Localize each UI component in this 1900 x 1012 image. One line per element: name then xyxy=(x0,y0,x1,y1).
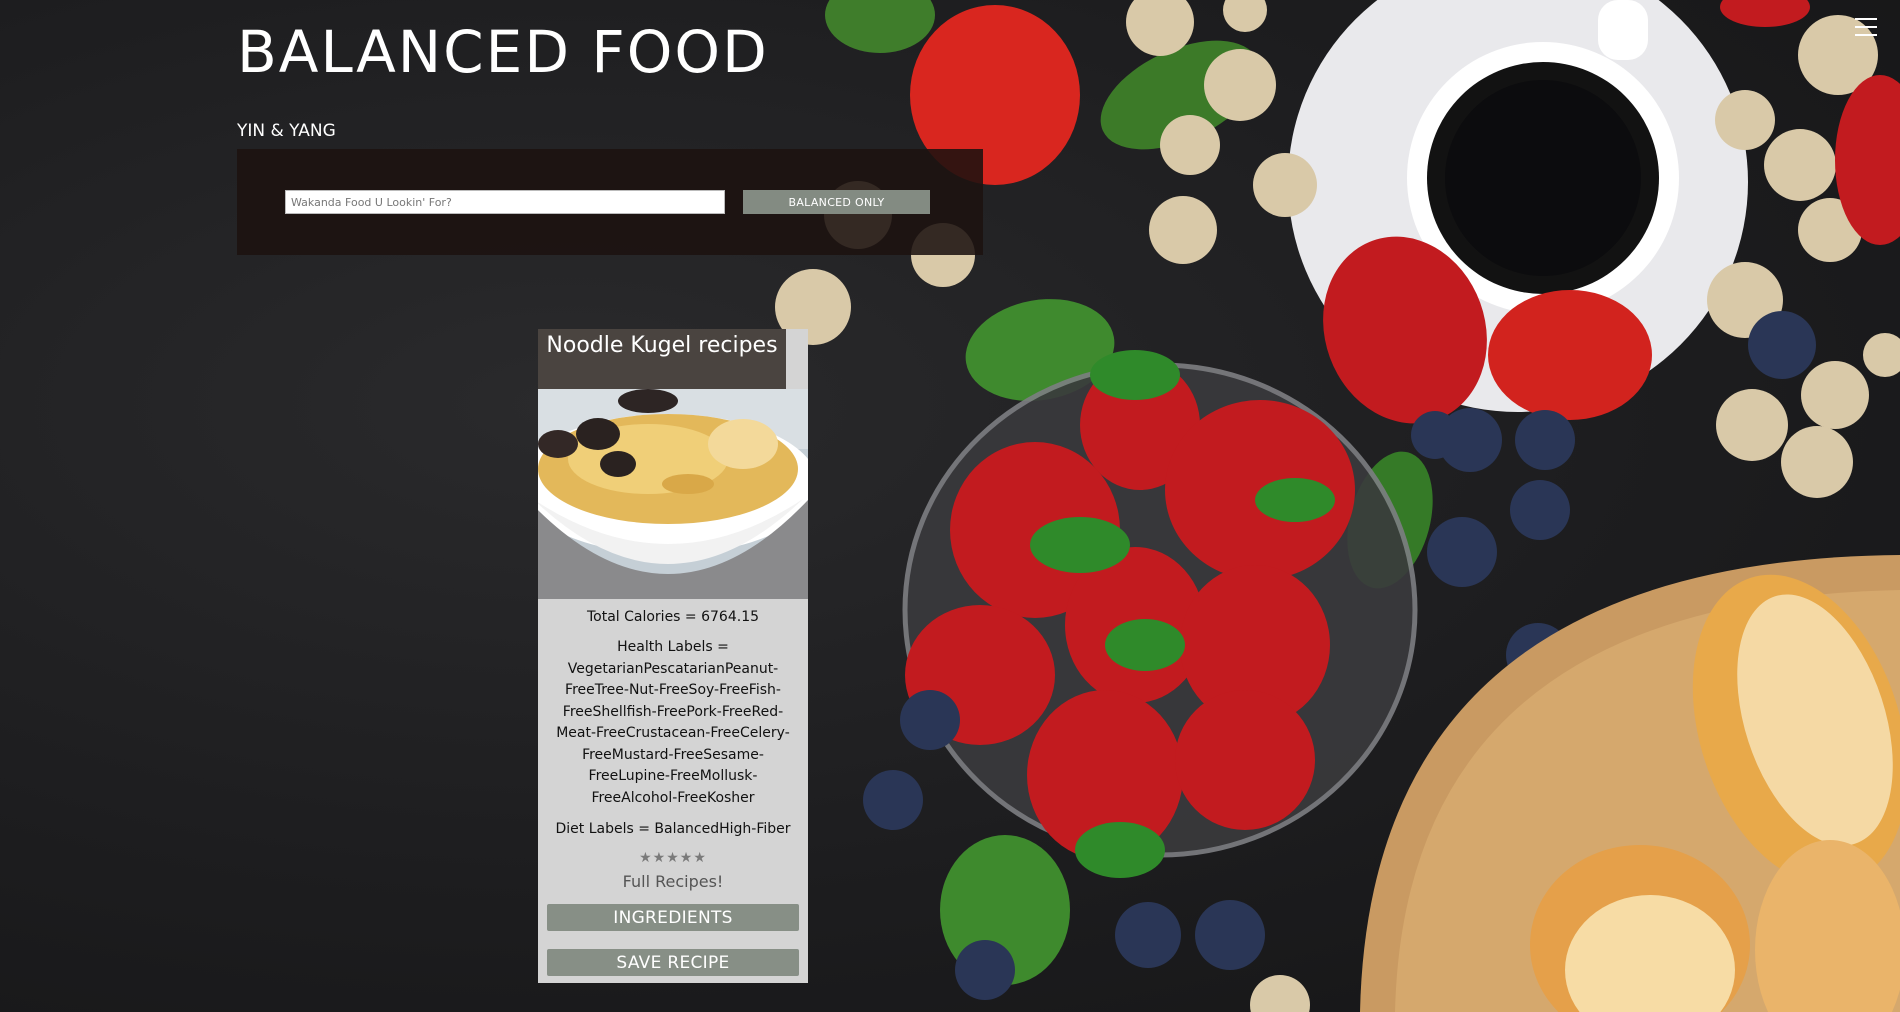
recipe-title: Noodle Kugel recipes xyxy=(538,329,786,389)
search-input[interactable] xyxy=(285,190,725,214)
balanced-only-button[interactable]: BALANCED ONLY xyxy=(743,190,930,214)
recipe-card: Noodle Kugel recipes Total Calories = 67… xyxy=(538,329,808,983)
search-panel: BALANCED ONLY xyxy=(237,149,983,255)
full-recipes-link[interactable]: Full Recipes! xyxy=(546,872,800,892)
hamburger-menu-icon[interactable] xyxy=(1855,18,1877,38)
ingredients-button[interactable]: INGREDIENTS xyxy=(547,904,799,931)
star-rating[interactable]: ★★★★★ xyxy=(546,850,800,866)
menu-icon-bar xyxy=(1855,26,1877,28)
health-labels: Health Labels = VegetarianPescatarianPea… xyxy=(556,639,790,806)
menu-icon-bar xyxy=(1855,18,1877,20)
recipe-image xyxy=(538,389,808,599)
recipe-details: Total Calories = 6764.15 Health Labels =… xyxy=(546,599,800,976)
diet-labels: Diet Labels = BalancedHigh-Fiber xyxy=(555,821,791,837)
site-title: BALANCED FOOD xyxy=(237,18,769,86)
site-subtitle: YIN & YANG xyxy=(237,121,336,141)
total-calories: Total Calories = 6764.15 xyxy=(586,609,760,625)
menu-icon-bar xyxy=(1855,34,1877,36)
save-recipe-button[interactable]: SAVE RECIPE xyxy=(547,949,799,976)
